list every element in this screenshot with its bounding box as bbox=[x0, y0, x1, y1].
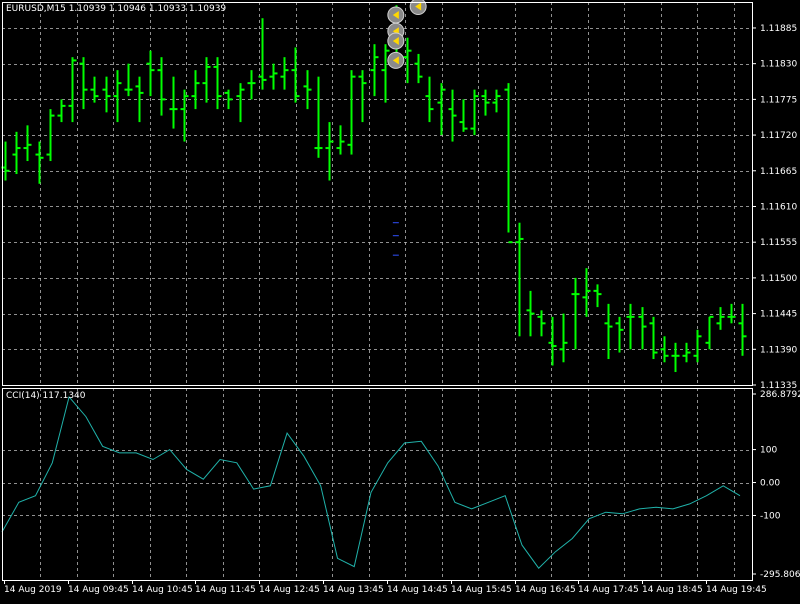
time-label: 14 Aug 19:45 bbox=[706, 585, 767, 595]
price-label: 1.11720 bbox=[760, 131, 797, 141]
trade-arrow-icon bbox=[387, 6, 405, 24]
time-label: 14 Aug 18:45 bbox=[642, 585, 703, 595]
price-label: 1.11775 bbox=[760, 95, 797, 105]
indicator-scale-label: -295.8067 bbox=[760, 570, 800, 580]
time-label: 14 Aug 12:45 bbox=[259, 585, 320, 595]
price-label: 1.11445 bbox=[760, 310, 797, 320]
indicator-scale-label: 0.00 bbox=[760, 479, 780, 489]
indicator-title: CCI(14) 117.1340 bbox=[6, 391, 86, 401]
time-label: 14 Aug 17:45 bbox=[578, 585, 639, 595]
price-label: 1.11390 bbox=[760, 345, 797, 355]
price-label: 1.11555 bbox=[760, 238, 797, 248]
chart-background bbox=[0, 0, 800, 600]
chart-window[interactable]: 1.11885 1.11830 1.11775 1.11720 1.11665 1.116… bbox=[0, 0, 800, 600]
chart-canvas[interactable]: 1.11885 1.11830 1.11775 1.11720 1.11665 1.116… bbox=[0, 0, 800, 600]
price-label: 1.11885 bbox=[760, 24, 797, 34]
chart-title: EURUSD,M15 1.10939 1.10946 1.10933 1.109… bbox=[6, 4, 227, 14]
time-label: 14 Aug 09:45 bbox=[68, 585, 129, 595]
time-label: 14 Aug 15:45 bbox=[451, 585, 512, 595]
indicator-scale-label: 286.8792 bbox=[760, 390, 800, 400]
trade-arrow-icon bbox=[387, 32, 405, 50]
time-label: 14 Aug 10:45 bbox=[132, 585, 193, 595]
trade-arrow-icon bbox=[387, 51, 405, 69]
time-label: 14 Aug 2019 bbox=[4, 585, 62, 595]
price-label: 1.11500 bbox=[760, 274, 797, 284]
indicator-scale-label: -100 bbox=[760, 511, 781, 521]
price-label: 1.11665 bbox=[760, 167, 797, 177]
time-label: 14 Aug 16:45 bbox=[515, 585, 576, 595]
time-label: 14 Aug 13:45 bbox=[323, 585, 384, 595]
price-label: 1.11610 bbox=[760, 202, 797, 212]
indicator-scale-label: 100 bbox=[760, 446, 777, 456]
price-label: 1.11830 bbox=[760, 60, 797, 70]
time-label: 14 Aug 14:45 bbox=[387, 585, 448, 595]
time-label: 14 Aug 11:45 bbox=[195, 585, 256, 595]
